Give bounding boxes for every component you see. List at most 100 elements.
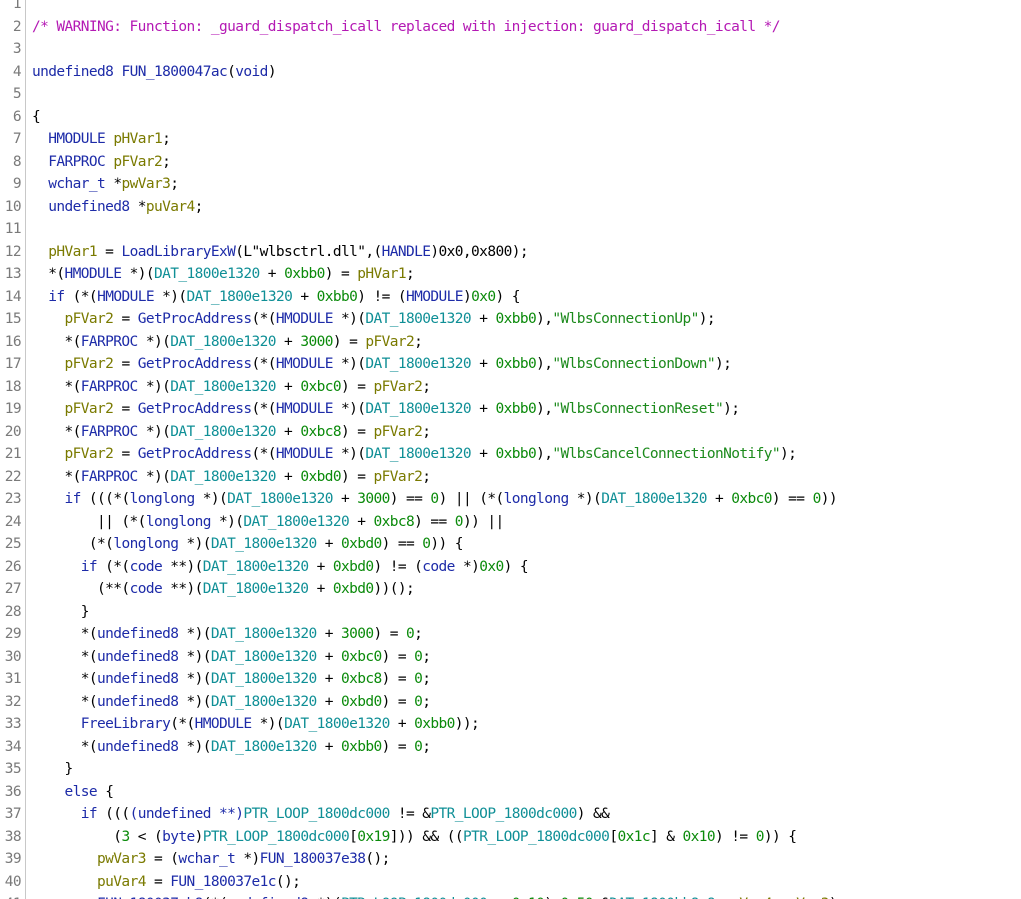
line-number: 16 (4, 333, 22, 350)
code-token-plain: *( (32, 333, 82, 350)
code-text: pFVar2 = GetProcAddress(*(HMODULE *)(DAT… (32, 398, 740, 421)
code-token-plain: *)( (178, 626, 211, 642)
code-text: *(FARPROC *)(DAT_1800e1320 + 0xbc0) = pF… (32, 376, 432, 399)
code-text: } (32, 758, 74, 781)
code-text: pFVar2 = GetProcAddress(*(HMODULE *)(DAT… (32, 308, 716, 331)
line-number: 20 (4, 423, 22, 440)
line-number-gutter-divider (25, 0, 26, 899)
code-token-var: pFVar2 (373, 423, 423, 440)
code-text: *(undefined8 *)(DAT_1800e1320 + 3000) = … (32, 623, 423, 646)
code-text: pFVar2 = GetProcAddress(*(HMODULE *)(DAT… (32, 443, 797, 466)
code-token-plain: *( (32, 648, 98, 665)
code-token-plain: *)( (153, 288, 187, 305)
code-token-plain: < ( (129, 828, 163, 845)
code-token-plain: + (275, 468, 301, 485)
code-token-global: DAT_1800e1320 (227, 491, 333, 507)
code-token-plain: = (145, 873, 171, 890)
code-token-plain: ) = (381, 738, 415, 755)
code-token-plain: *( (32, 626, 98, 642)
code-token-type: FARPROC (80, 468, 139, 485)
line-number: 28 (4, 603, 22, 620)
code-token-var: pHVar1 (357, 266, 407, 282)
code-token-plain: ))(); (373, 581, 415, 597)
code-token-plain: (*( (251, 446, 277, 462)
code-token-plain: ), (536, 356, 553, 372)
code-token-num: 0xbc8 (300, 423, 341, 440)
code-text: /* WARNING: Function: _guard_dispatch_ic… (32, 16, 781, 39)
code-token-global: DAT_1800e1320 (210, 648, 317, 665)
code-token-plain: (**( (32, 581, 130, 597)
code-token-func: GetProcAddress (137, 446, 252, 462)
code-token-plain: ])) && (( (389, 828, 464, 845)
code-token-plain: + (308, 558, 333, 575)
code-text: pFVar2 = GetProcAddress(*(HMODULE *)(DAT… (32, 353, 732, 376)
code-token-type: FARPROC (80, 378, 139, 395)
code-token-plain: *)( (137, 378, 171, 395)
code-token-type: HMODULE (275, 311, 334, 327)
code-token-plain: (*( (170, 716, 195, 732)
decompiler-code-view[interactable]: 1 2/* WARNING: Function: _guard_dispatch_… (0, 0, 1021, 899)
code-token-var: puVar4 (97, 873, 146, 890)
code-token-func: FreeLibrary (80, 716, 171, 732)
code-text: *(undefined8 *)(DAT_1800e1320 + 0xbc8) =… (32, 668, 431, 691)
code-token-plain: ) = (340, 468, 374, 485)
code-text: FreeLibrary(*(HMODULE *)(DAT_1800e1320 +… (32, 713, 480, 736)
line-number: 14 (4, 288, 22, 305)
code-token-str: "WlbsConnectionDown" (552, 356, 715, 372)
code-token-plain: + (349, 513, 374, 530)
line-number: 3 (12, 41, 22, 57)
code-token-plain: ) { (503, 558, 529, 575)
code-token-plain: (L (235, 243, 252, 260)
line-number: 10 (4, 198, 22, 215)
code-token-global: DAT_1800e1320 (284, 716, 390, 732)
code-token-num: 0xbc8 (373, 513, 415, 530)
code-token-type: wchar_t (178, 851, 236, 867)
code-token-global: DAT_1800e1320 (170, 333, 276, 350)
code-token-num: 0xbb0 (495, 311, 537, 327)
line-number: 41 (0, 893, 22, 899)
code-token-plain: ,( (365, 243, 382, 260)
code-text: wchar_t *pwVar3; (32, 173, 179, 196)
code-token-plain: * (129, 198, 147, 215)
code-token-type: undefined8 (97, 626, 179, 642)
code-token-plain: ; (422, 648, 431, 665)
code-text: *(undefined8 *)(DAT_1800e1320 + 0xbb0) =… (32, 736, 431, 759)
code-token-str: "WlbsConnectionReset" (552, 401, 724, 417)
code-token-plain: )) (820, 491, 838, 507)
code-token-global: DAT_1800e1320 (153, 266, 260, 282)
code-token-type: wchar_t (48, 176, 106, 192)
code-text: } (32, 601, 90, 624)
code-token-plain: ); (714, 356, 732, 372)
code-token-var: pFVar2 (64, 446, 114, 462)
code-token-type: HMODULE (97, 288, 155, 305)
line-number: 35 (4, 761, 22, 777)
code-text: *(undefined8 *)(DAT_1800e1320 + 0xbd0) =… (32, 691, 431, 714)
code-text: if ((((undefined **)PTR_LOOP_1800dc000 !… (32, 803, 610, 826)
code-token-plain: )); (454, 716, 480, 732)
code-token-func: FUN_180037e1c (170, 873, 276, 890)
code-token-plain: ) = (324, 266, 358, 282)
code-token-plain: (*( (32, 536, 114, 552)
code-token-type: code (129, 558, 163, 575)
line-number: 7 (12, 131, 22, 147)
code-token-type: HMODULE (64, 266, 123, 282)
code-token-plain: *( (32, 423, 82, 440)
code-token-plain: ((( (97, 806, 130, 822)
code-token-plain: *)( (178, 536, 211, 552)
code-token-plain: *)( (178, 693, 211, 710)
code-token-plain: *)( (568, 491, 602, 507)
code-token-plain: ) != ( (373, 558, 423, 575)
code-token-num: 0 (755, 828, 765, 845)
code-token-plain: *)( (178, 648, 211, 665)
code-token-plain: (*( (64, 288, 98, 305)
code-token-type: longlong (113, 536, 179, 552)
code-token-num: 0x0 (479, 558, 504, 575)
code-token-plain: "wlbsctrl.dll" (251, 243, 366, 260)
code-token-num: 0xbd0 (340, 693, 382, 710)
